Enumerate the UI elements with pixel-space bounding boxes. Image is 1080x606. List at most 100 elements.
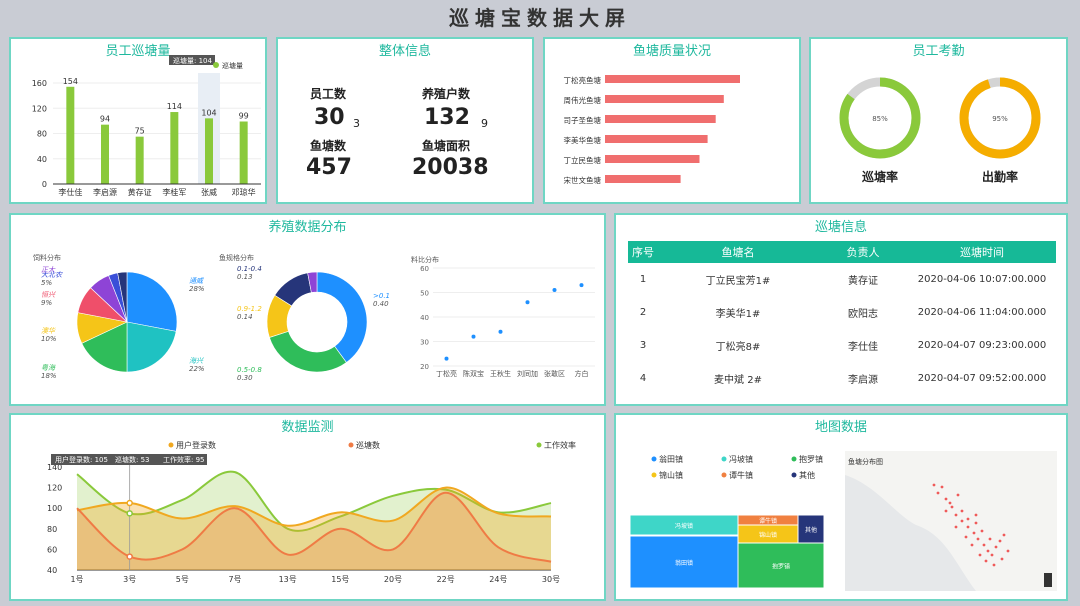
col-header-owner[interactable]: 负责人 [818,241,908,263]
col-header-index[interactable]: 序号 [628,241,658,263]
legend-dot [213,62,219,68]
legend-dot [651,472,657,478]
cell-index: 4 [639,373,647,384]
bar [205,118,213,184]
farmer-count-label: 养殖户数 [422,87,471,101]
bar [605,115,716,123]
treemap-label: 其他 [805,526,817,534]
patrol-rate-value: 85% [872,115,888,123]
category-label: 周伟光鱼塘 [564,95,602,105]
feed-pie-label: 大北农 [41,271,63,279]
table-row[interactable]: 4 麦中斌 2# 李启源 2020-04-07 09:52:00.000 [628,362,1056,395]
tooltip-patrol: 巡塘数: 53 [115,455,150,464]
category-label: 司子圣鱼塘 [564,115,602,125]
table-row[interactable]: 1 丁立民宝芳1# 黄存证 2020-04-06 10:07:00.000 [628,263,1056,296]
cell-index: 1 [639,274,647,285]
map-marker [1000,557,1004,561]
x-tick-label: 3号 [123,575,136,584]
map-zoom-control [1044,573,1052,587]
map-marker [974,521,978,525]
data-label: 154 [63,77,78,86]
bar [605,155,700,163]
patrol-info-panel: 巡塘信息 序号 鱼塘名 负责人 巡塘时间 1 丁立民宝芳1# 黄存证 2020-… [614,213,1068,406]
table-row[interactable]: 2 李美华1# 欧阳志 2020-04-06 11:04:00.000 [628,296,1056,329]
scatter-point [525,300,530,305]
map-marker [984,559,988,563]
category-label: 丁立民鱼塘 [564,155,602,165]
map-marker [936,491,940,495]
category-label: 李美华鱼塘 [564,135,602,145]
monitoring-chart: 4060801001201401号 3号 5号 7号 13号 15号 20号 22号 24号 30… [47,440,576,584]
col-header-time[interactable]: 巡塘时间 [908,241,1056,263]
legend-label: 用户登录数 [176,440,216,450]
feed-pie-pct: 9% [41,299,52,307]
map-marker [982,543,986,547]
cell-time: 2020-04-07 09:23:00.000 [917,340,1047,351]
map-marker [954,513,958,517]
x-tick-label: 7号 [228,575,241,584]
legend-dot [536,442,542,448]
size-donut-pct: 0.30 [237,374,253,382]
legend-dot [721,456,727,462]
map-panel: 地图数据 翁田镇 冯坡镇 抱罗镇 锦山镇 谭牛镇 其他 冯坡镇 翁田镇 谭牛镇 锦山镇 其他 抱罗镇鱼… [614,413,1068,601]
legend-dot [651,456,657,462]
category-label: 宋世文鱼塘 [564,175,602,185]
x-tick-label: 陈双宝 [463,369,484,378]
bar [101,124,109,184]
feed-pie-pct: 10% [41,335,57,343]
y-tick-label: 30 [420,339,429,347]
x-tick-label: 李启源 [93,187,117,197]
data-label: 99 [239,112,249,121]
map-marker [956,493,960,497]
map-marker [966,525,970,529]
x-tick-label: 张威 [201,187,217,197]
legend-dot [348,442,354,448]
table-row[interactable]: 3 丁松亮8# 李仕佳 2020-04-07 09:23:00.000 [628,329,1056,362]
pond-count-label: 鱼塘数 [310,139,347,153]
cell-pond: 李美华1# [715,309,761,320]
cell-owner: 黄存证 [848,276,878,287]
legend-label: 巡塘量 [222,61,243,70]
legend-label: 锦山镇 [659,470,683,480]
map-marker [960,509,964,513]
overview-panel: 整体信息 员工数 30 3 养殖户数 132 9 鱼塘数 457 鱼塘面积 20… [276,37,534,204]
size-donut-slice [269,330,347,373]
y-tick-label: 40 [420,314,429,322]
map-marker [986,549,990,553]
category-label: 丁松亮鱼塘 [564,75,602,85]
y-tick-label: 40 [37,155,47,164]
map-marker [998,539,1002,543]
legend-dot [721,472,727,478]
size-donut-pct: 0.40 [373,300,389,308]
x-tick-label: 20号 [384,575,402,584]
scatter-point [471,334,476,339]
overview-title: 整体信息 [378,44,431,59]
map-marker [988,537,992,541]
page-title: 巡塘宝数据大屏 [449,6,631,30]
map-marker [954,525,958,529]
x-tick-label: 24号 [489,575,507,584]
size-donut-label: 0.1-0.4 [237,265,262,273]
bar [66,86,75,184]
farmer-count-extra: 9 [481,117,488,130]
cell-pond: 麦中斌 2# [714,375,762,386]
pond-count-value: 457 [306,155,352,180]
scatter-title: 料比分布 [411,255,439,264]
attendance-rings: 85% 巡塘率 95% 出勤率 [839,77,1041,184]
patrol-table: 序号 鱼塘名 负责人 巡塘时间 1 丁立民宝芳1# 黄存证 2020-04-06… [628,241,1056,395]
size-donut-label: >0.1 [373,292,390,300]
bar [605,95,724,103]
legend-label: 其他 [799,470,815,480]
monitoring-panel: 数据监测 40 60 80 100 120 140 1号 3号 5号 7号 13号 15号 20号 22号… [9,413,606,601]
legend-dot [791,472,797,478]
y-tick-label: 50 [420,290,429,298]
attendance-panel: 员工考勤 85% 巡塘率 95% 出勤率 [809,37,1068,204]
treemap-label: 翁田镇 [675,559,693,567]
col-header-pond[interactable]: 鱼塘名 [658,241,818,263]
feed-chart-title: 饲料分布 [33,253,61,262]
x-tick-label: 15号 [331,575,349,584]
x-tick-label: 刘同加 [517,369,538,378]
data-label: 94 [100,115,110,124]
cell-owner: 李启源 [848,375,878,386]
legend-label: 抱罗镇 [799,454,823,464]
